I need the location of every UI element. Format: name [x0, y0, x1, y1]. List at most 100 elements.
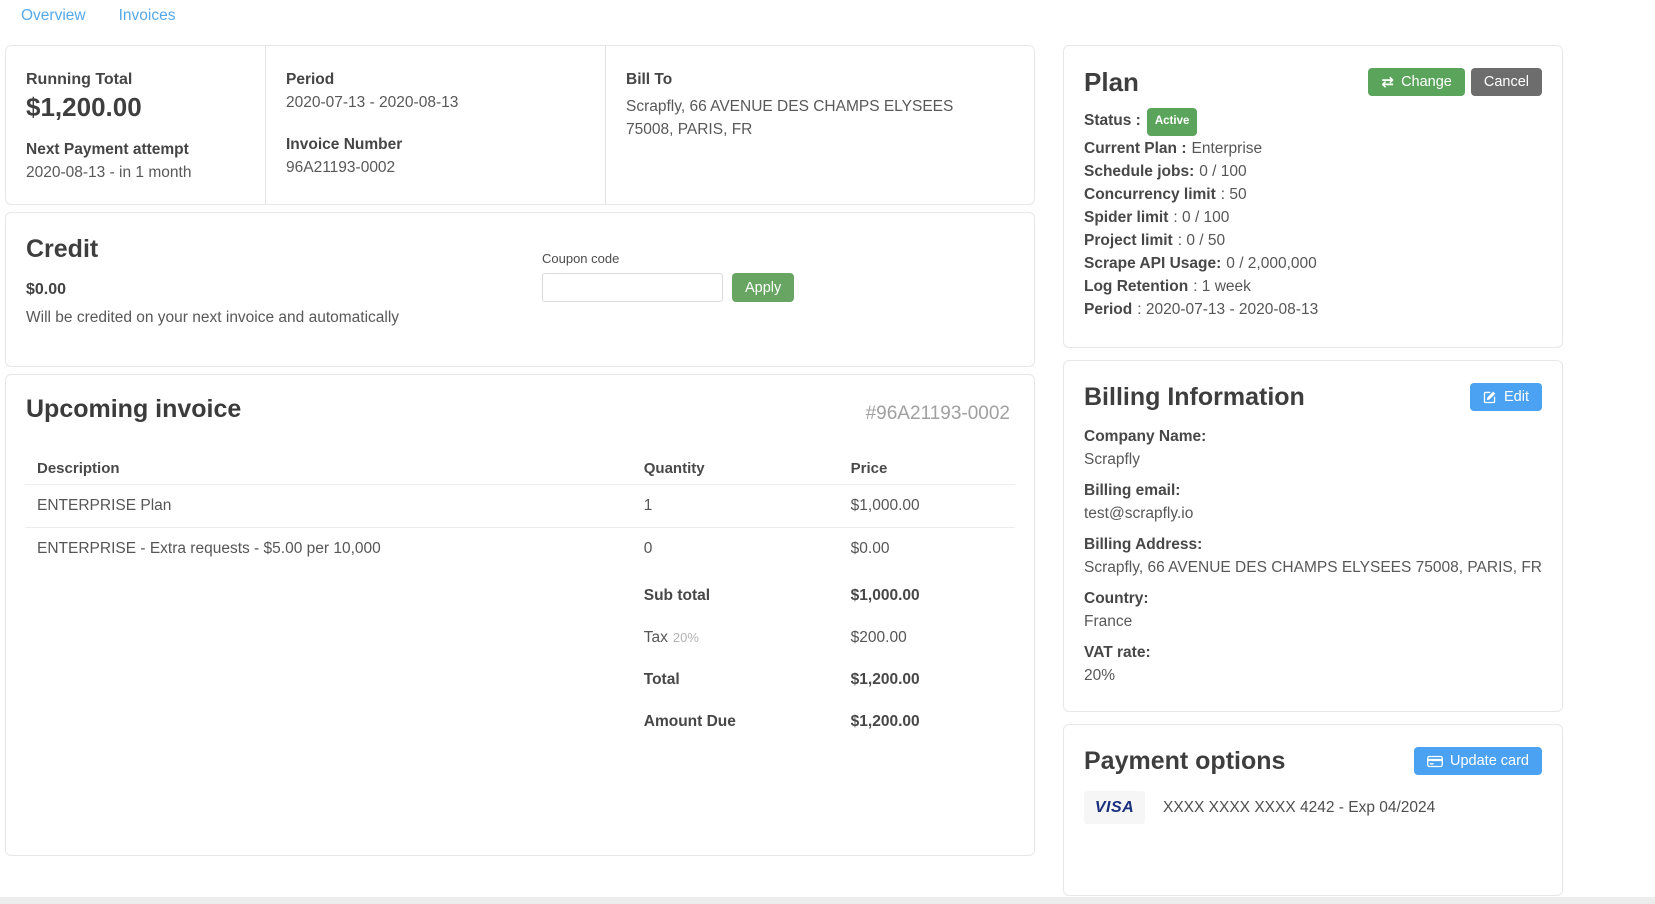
column-description: Description: [25, 460, 644, 477]
status-label: Status :: [1084, 112, 1141, 129]
coupon-code-label: Coupon code: [542, 251, 794, 266]
field-label: Billing email:: [1084, 479, 1542, 502]
detail-label: Log Retention: [1084, 278, 1188, 295]
tax-label: Tax 20%: [644, 629, 851, 647]
billing-summary-card: Running Total $1,200.00 Next Payment att…: [5, 45, 1035, 205]
billing-field: Company Name: Scrapfly: [1084, 425, 1542, 471]
card-number-info: XXXX XXXX XXXX 4242 - Exp 04/2024: [1163, 799, 1435, 817]
running-total-label: Running Total: [26, 71, 245, 89]
invoice-table-header: Description Quantity Price: [25, 452, 1015, 484]
update-card-button[interactable]: Update card: [1414, 747, 1542, 775]
running-total-value: $1,200.00: [26, 92, 245, 123]
detail-label: Current Plan :: [1084, 140, 1186, 157]
tab-overview[interactable]: Overview: [21, 7, 86, 45]
bill-to-label: Bill To: [626, 71, 1014, 89]
plan-detail-line: Spider limit : 0 / 100: [1084, 206, 1542, 229]
invoice-number-label: Invoice Number: [286, 136, 585, 154]
field-label: Country:: [1084, 587, 1542, 610]
detail-value: : 0 / 50: [1178, 232, 1225, 249]
edit-billing-button[interactable]: Edit: [1470, 383, 1542, 411]
plan-detail-line: Project limit : 0 / 50: [1084, 229, 1542, 252]
edit-billing-label: Edit: [1504, 389, 1529, 405]
plan-detail-line: Scrape API Usage: 0 / 2,000,000: [1084, 252, 1542, 275]
credit-amount: $0.00: [26, 281, 1014, 299]
row-quantity: 0: [644, 540, 851, 558]
detail-label: Concurrency limit: [1084, 186, 1216, 203]
payment-options-card: Payment options Update card VISA XXXX XX…: [1063, 724, 1563, 896]
subtotal-value: $1,000.00: [851, 587, 1015, 605]
upcoming-invoice-card: Upcoming invoice #96A21193-0002 Descript…: [5, 374, 1035, 856]
plan-status-line: Status :Active: [1084, 109, 1542, 137]
coupon-block: Coupon code Apply: [542, 251, 794, 302]
saved-card-row: VISA XXXX XXXX XXXX 4242 - Exp 04/2024: [1084, 791, 1542, 824]
credit-note: Will be credited on your next invoice an…: [26, 309, 1014, 327]
field-value: Scrapfly, 66 AVENUE DES CHAMPS ELYSEES 7…: [1084, 556, 1542, 579]
billing-field: Billing Address: Scrapfly, 66 AVENUE DES…: [1084, 533, 1542, 579]
field-value: test@scrapfly.io: [1084, 502, 1542, 525]
plan-detail-line: Concurrency limit: 50: [1084, 183, 1542, 206]
row-description: ENTERPRISE Plan: [25, 497, 644, 515]
swap-arrows-icon: ⇄: [1381, 75, 1394, 90]
billing-information-card: Billing Information Edit Company Name: S…: [1063, 360, 1563, 712]
field-label: Company Name:: [1084, 425, 1542, 448]
plan-detail-line: Log Retention : 1 week: [1084, 275, 1542, 298]
field-value: Scrapfly: [1084, 448, 1542, 471]
detail-label: Period: [1084, 301, 1132, 318]
total-value: $1,200.00: [851, 671, 1015, 689]
coupon-code-input[interactable]: [542, 273, 723, 302]
upcoming-invoice-number: #96A21193-0002: [866, 403, 1010, 425]
amount-due-label: Amount Due: [644, 713, 851, 731]
invoice-totals: Sub total $1,000.00 Tax20% $200.00 Total…: [25, 575, 1015, 743]
change-plan-button[interactable]: ⇄ Change: [1368, 68, 1464, 96]
right-column: Plan ⇄ Change Cancel Status :Active Curr…: [1063, 45, 1563, 896]
column-price: Price: [851, 460, 1015, 477]
payment-options-title: Payment options: [1084, 747, 1285, 775]
apply-coupon-button[interactable]: Apply: [732, 273, 794, 302]
edit-pencil-icon: [1483, 390, 1497, 404]
row-price: $0.00: [851, 540, 1015, 558]
table-row: ENTERPRISE Plan 1 $1,000.00: [25, 484, 1015, 527]
billing-field: VAT rate: 20%: [1084, 641, 1542, 687]
plan-detail-line: Period : 2020-07-13 - 2020-08-13: [1084, 298, 1542, 321]
total-row: Total $1,200.00: [25, 659, 1015, 701]
detail-label: Scrape API Usage:: [1084, 255, 1221, 272]
tax-rate-note: 20%: [673, 630, 699, 645]
upcoming-invoice-title: Upcoming invoice: [26, 395, 241, 424]
field-label: VAT rate:: [1084, 641, 1542, 664]
amount-due-row: Amount Due $1,200.00: [25, 701, 1015, 743]
tax-value: $200.00: [851, 629, 1015, 647]
detail-label: Project limit: [1084, 232, 1173, 249]
field-value: France: [1084, 610, 1542, 633]
running-total-block: Running Total $1,200.00 Next Payment att…: [6, 46, 265, 204]
period-value: 2020-07-13 - 2020-08-13: [286, 94, 585, 112]
row-description: ENTERPRISE - Extra requests - $5.00 per …: [25, 540, 644, 558]
cancel-plan-button[interactable]: Cancel: [1471, 68, 1542, 96]
credit-card-icon: [1427, 755, 1443, 768]
period-label: Period: [286, 71, 585, 89]
bill-to-value: Scrapfly, 66 AVENUE DES CHAMPS ELYSEES 7…: [626, 95, 956, 141]
top-tabs: Overview Invoices: [0, 0, 1655, 45]
page-layout: Running Total $1,200.00 Next Payment att…: [0, 45, 1655, 896]
visa-logo: VISA: [1084, 791, 1145, 824]
field-label: Billing Address:: [1084, 533, 1542, 556]
billing-information-title: Billing Information: [1084, 383, 1305, 411]
detail-label: Spider limit: [1084, 209, 1168, 226]
detail-value: : 1 week: [1193, 278, 1251, 295]
invoice-table: Description Quantity Price ENTERPRISE Pl…: [25, 452, 1015, 743]
tab-invoices[interactable]: Invoices: [119, 7, 176, 45]
invoice-number-value: 96A21193-0002: [286, 159, 585, 177]
plan-detail-line: Schedule jobs:0 / 100: [1084, 160, 1542, 183]
detail-value: : 0 / 100: [1173, 209, 1229, 226]
detail-value: : 2020-07-13 - 2020-08-13: [1137, 301, 1318, 318]
detail-value: Enterprise: [1191, 140, 1262, 157]
left-column: Running Total $1,200.00 Next Payment att…: [5, 45, 1035, 856]
table-row: ENTERPRISE - Extra requests - $5.00 per …: [25, 527, 1015, 570]
column-quantity: Quantity: [644, 460, 851, 477]
detail-label: Schedule jobs:: [1084, 163, 1194, 180]
tax-label-text: Tax: [644, 629, 668, 646]
tax-row: Tax 20% $200.00: [25, 617, 1015, 659]
total-label: Total: [644, 671, 851, 689]
detail-value: 0 / 2,000,000: [1226, 255, 1317, 272]
bill-to-block: Bill To Scrapfly, 66 AVENUE DES CHAMPS E…: [605, 46, 1034, 204]
amount-due-value: $1,200.00: [851, 713, 1015, 731]
